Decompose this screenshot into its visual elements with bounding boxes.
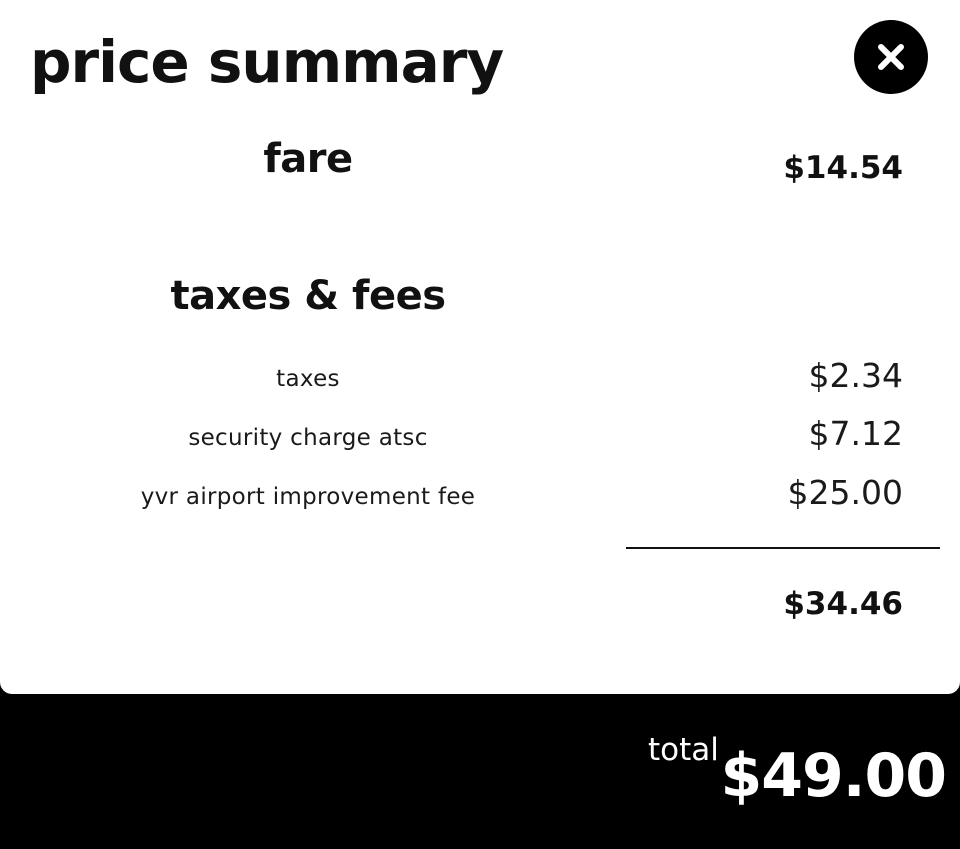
line-item-amount-taxes: $2.34: [808, 356, 903, 395]
price-summary-dialog: price summary fare $14.54 taxes & fees t…: [0, 0, 960, 849]
subtotal-divider: [626, 547, 940, 549]
total-label: total: [648, 732, 719, 768]
total-amount: $49.00: [720, 741, 947, 811]
line-item-label-security-charge: security charge atsc: [188, 425, 428, 451]
taxes-fees-subtotal: $34.46: [783, 586, 903, 622]
line-item-label-taxes: taxes: [276, 366, 340, 392]
taxes-fees-heading: taxes & fees: [170, 273, 446, 319]
fare-label: fare: [263, 136, 353, 182]
close-button[interactable]: [854, 20, 928, 94]
close-icon: [876, 42, 906, 72]
line-item-amount-security-charge: $7.12: [808, 414, 903, 453]
line-item-amount-airport-fee: $25.00: [787, 473, 903, 512]
line-item-label-airport-fee: yvr airport improvement fee: [140, 484, 476, 510]
fare-amount: $14.54: [783, 150, 903, 186]
page-title: price summary: [30, 28, 504, 96]
price-summary-panel: price summary fare $14.54 taxes & fees t…: [0, 0, 960, 694]
